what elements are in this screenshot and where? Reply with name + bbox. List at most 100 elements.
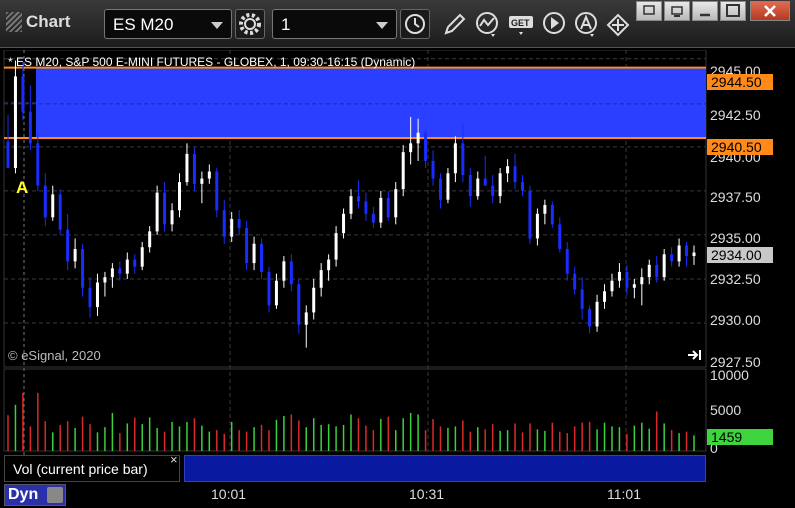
candle-body [543, 204, 547, 214]
time-axis-label: 10:01 [211, 486, 247, 502]
candle-body [312, 287, 316, 313]
symbol-value: ES M20 [113, 15, 174, 34]
candle-body [43, 185, 47, 218]
candle-body [178, 182, 181, 211]
get-icon[interactable]: GET [507, 9, 535, 39]
candle-body [274, 280, 278, 306]
candle-body [438, 178, 442, 200]
candle-body [498, 173, 502, 197]
candle-body [342, 213, 346, 234]
candle-body [364, 201, 368, 214]
close-icon [764, 5, 776, 17]
candle-body [670, 254, 674, 262]
gear-icon [239, 13, 261, 35]
minimize-button[interactable] [664, 1, 690, 21]
candle-body [506, 166, 510, 174]
price-axis-label: 2942.50 [710, 107, 761, 123]
volume-study-label[interactable]: Vol (current price bar) [4, 455, 180, 482]
grip-icon[interactable] [6, 12, 22, 32]
candle-body [170, 210, 174, 225]
candle-body [491, 185, 495, 197]
price-chart[interactable] [0, 50, 795, 508]
candle-body [409, 143, 413, 153]
candle-body [647, 264, 651, 278]
candle-body [319, 270, 323, 288]
candle-body [371, 213, 375, 223]
annotation-marker[interactable]: A [16, 178, 28, 198]
lock-icon[interactable] [47, 487, 63, 503]
price-axis-label: 2935.00 [710, 230, 761, 246]
dyn-label: Dyn [8, 486, 39, 503]
candle-body [580, 289, 584, 309]
candle-body [662, 254, 666, 278]
last-price-tag: 2934.00 [707, 247, 773, 263]
candle-body [528, 190, 532, 239]
candle-body [565, 249, 569, 274]
zone-high-price-tag: 2944.50 [707, 74, 773, 90]
candle-body [192, 153, 196, 184]
candle-body [237, 219, 241, 228]
candle-body [125, 259, 129, 274]
play-icon[interactable] [540, 9, 568, 39]
candle-body [588, 308, 592, 327]
candle-body [692, 252, 696, 257]
candle-body [416, 132, 420, 144]
candle-body [252, 243, 256, 264]
candle-body [28, 111, 32, 144]
tile-button[interactable] [692, 1, 718, 21]
candle-body [163, 192, 167, 225]
candle-body [81, 249, 85, 288]
candle-body [603, 291, 607, 302]
candle-body [140, 247, 144, 267]
candle-body [133, 259, 137, 267]
zone-low-price-tag: 2940.50 [707, 139, 773, 155]
candle-body [573, 273, 577, 290]
close-study-icon[interactable]: × [170, 452, 178, 467]
candle-body [118, 268, 122, 274]
interval-select[interactable]: 1 [272, 9, 397, 39]
clock-icon [405, 14, 425, 34]
candle-body [73, 249, 77, 262]
chart-title-line: * ES M20, S&P 500 E-MINI FUTURES - GLOBE… [8, 55, 416, 69]
maximize-button[interactable] [720, 1, 746, 21]
symbol-settings-button[interactable] [235, 9, 265, 39]
candle-body [289, 261, 293, 285]
candle-body [550, 204, 554, 225]
candle-body [461, 143, 465, 176]
candle-body [13, 76, 17, 168]
scroll-to-end-icon[interactable] [686, 347, 704, 363]
candle-body [148, 231, 152, 248]
candle-body [595, 301, 599, 327]
candle-body [51, 194, 55, 218]
copyright-text: © eSignal, 2020 [8, 348, 101, 363]
candle-body [215, 171, 219, 211]
restore-window-button[interactable] [636, 1, 662, 21]
candle-body [245, 227, 249, 264]
app-title-label: Chart [26, 12, 71, 31]
minus-icon [700, 13, 710, 17]
candle-body [640, 277, 644, 285]
interval-clock-button[interactable] [400, 9, 430, 39]
candle-body [625, 271, 629, 288]
candle-body [103, 277, 107, 283]
candle-body [297, 284, 301, 325]
candle-body [476, 178, 480, 197]
candle-body [207, 171, 211, 179]
candle-body [21, 76, 25, 112]
arrows-icon[interactable] [604, 9, 632, 39]
candle-body [58, 194, 62, 230]
chevron-down-icon [211, 22, 223, 29]
candle-body [468, 175, 472, 197]
pencil-icon[interactable] [440, 9, 468, 39]
symbol-select[interactable]: ES M20 [104, 9, 232, 39]
study-icon[interactable] [473, 9, 501, 39]
candle-body [401, 152, 405, 190]
candle-body [327, 259, 331, 271]
candle-body [483, 178, 487, 186]
minimize-icon [671, 6, 683, 17]
alert-icon[interactable] [572, 9, 600, 39]
candle-body [386, 197, 390, 218]
dyn-button[interactable]: Dyn [4, 484, 66, 506]
candle-body [200, 178, 204, 184]
close-window-button[interactable] [750, 1, 790, 21]
